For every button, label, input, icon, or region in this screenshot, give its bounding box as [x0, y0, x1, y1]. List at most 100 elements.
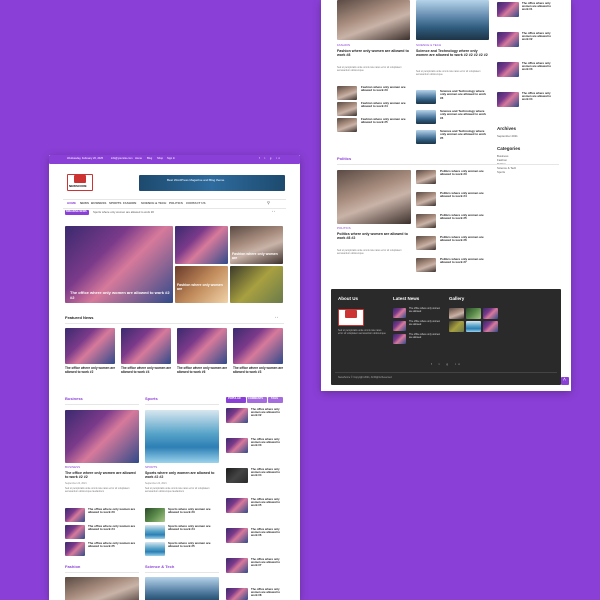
science-list-thumb-2[interactable] — [416, 110, 436, 124]
featured-image-1[interactable] — [65, 328, 115, 364]
featured-arrows[interactable]: ‹ › — [275, 315, 278, 319]
tab-thumb-1[interactable] — [226, 408, 248, 423]
science-main-title[interactable]: Science and Technology where only women … — [416, 49, 489, 57]
politics-list-thumb-1[interactable] — [416, 170, 436, 184]
top-link-home[interactable]: Home — [135, 157, 142, 161]
hero-main-title[interactable]: The office where only women are allowed … — [70, 290, 170, 300]
gallery-4[interactable] — [449, 321, 464, 332]
science-cat[interactable]: SCIENCE & TECH — [416, 43, 441, 47]
politics-list-thumb-3[interactable] — [416, 214, 436, 228]
featured-image-3[interactable] — [177, 328, 227, 364]
business-heading[interactable]: Business — [65, 396, 83, 402]
gallery-5[interactable] — [466, 321, 481, 332]
nav-home[interactable]: HOME — [67, 201, 76, 205]
gallery-2[interactable] — [466, 308, 481, 319]
hero-tile-2-title[interactable]: Fashion where only women are — [232, 252, 282, 260]
science-list-thumb-1[interactable] — [416, 90, 436, 104]
side-thumb-3[interactable] — [497, 62, 519, 77]
top-link-blog[interactable]: Blog — [147, 157, 152, 161]
politics-list-5[interactable]: Politics where only women are allowed to… — [440, 257, 490, 265]
tab-thumb-5[interactable] — [226, 528, 248, 543]
business-list-thumb-2[interactable] — [65, 525, 85, 539]
science-list-2[interactable]: Science and Technology where only women … — [440, 109, 490, 120]
nav-politics[interactable]: POLITICS — [169, 201, 183, 205]
side-item-1[interactable]: The office where only women are allowed … — [522, 1, 558, 12]
side-item-2[interactable]: The office where only women are allowed … — [522, 31, 558, 42]
featured-image-4[interactable] — [233, 328, 283, 364]
politics-list-thumb-4[interactable] — [416, 236, 436, 250]
hero-tile-3-title[interactable]: Fashion where only women are — [177, 283, 227, 291]
tab-item-4[interactable]: The office where only women are allowed … — [251, 497, 285, 508]
featured-title-4[interactable]: The office where only women are allowed … — [233, 366, 285, 374]
fashion-list-thumb-2[interactable] — [337, 102, 357, 116]
archive-item[interactable]: September 2021 — [497, 134, 518, 138]
sports-list-thumb-2[interactable] — [145, 525, 165, 539]
tab-thumb-7[interactable] — [226, 588, 248, 600]
featured-title-1[interactable]: The office where only women are allowed … — [65, 366, 117, 374]
gallery-6[interactable] — [483, 321, 498, 332]
fashion-list-1[interactable]: Fashion where only women are allowed to … — [361, 85, 409, 93]
fashion-top-image[interactable] — [337, 0, 410, 40]
side-item-3[interactable]: The office where only women are allowed … — [522, 61, 558, 72]
politics-list-2[interactable]: Politics where only women are allowed to… — [440, 191, 490, 199]
business-list-3[interactable]: The office where only women are allowed … — [88, 541, 138, 549]
footer-social-icons[interactable]: f t g in — [431, 362, 463, 366]
top-email[interactable]: info@yoursite.com — [111, 157, 133, 161]
side-item-4[interactable]: The office where only women are allowed … — [522, 91, 558, 102]
nav-contact[interactable]: CONTACT US — [186, 201, 205, 205]
nav-business[interactable]: BUSINESS — [91, 201, 106, 205]
science-top-image[interactable] — [416, 0, 489, 40]
science-main-image[interactable] — [145, 577, 219, 600]
politics-heading[interactable]: Politics — [337, 156, 351, 162]
footer-latest-1[interactable]: The office where only women are allowed — [409, 307, 444, 314]
footer-latest-2[interactable]: The office where only women are allowed — [409, 320, 444, 327]
hero-tile-4[interactable] — [230, 266, 283, 303]
fashion-list-thumb-3[interactable] — [337, 118, 357, 132]
tab-item-7[interactable]: The office where only women are allowed … — [251, 587, 285, 598]
science-list-3[interactable]: Science and Technology where only women … — [440, 129, 490, 140]
featured-title-2[interactable]: The office where only women are allowed … — [121, 366, 173, 374]
sports-main-image[interactable] — [145, 410, 219, 463]
featured-title-3[interactable]: The office where only women are allowed … — [177, 366, 229, 374]
footer-latest-3[interactable]: The office where only women are allowed — [409, 333, 444, 340]
gallery-3[interactable] — [483, 308, 498, 319]
politics-main-image[interactable] — [337, 170, 411, 224]
business-list-2[interactable]: The office where only women are allowed … — [88, 524, 138, 532]
sports-list-3[interactable]: Sports where only women are allowed to w… — [168, 541, 218, 549]
politics-list-thumb-2[interactable] — [416, 192, 436, 206]
business-list-thumb-3[interactable] — [65, 542, 85, 556]
science-list-thumb-3[interactable] — [416, 130, 436, 144]
sports-list-thumb-1[interactable] — [145, 508, 165, 522]
politics-list-4[interactable]: Politics where only women are allowed to… — [440, 235, 490, 243]
sports-list-1[interactable]: Sports where only women are allowed to w… — [168, 507, 218, 515]
politics-main-title[interactable]: Politics where only women are allowed to… — [337, 232, 411, 240]
business-main-title[interactable]: The office where only women are allowed … — [65, 471, 139, 479]
tab-thumb-6[interactable] — [226, 558, 248, 573]
business-cat[interactable]: BUSINESS — [65, 465, 80, 469]
politics-list-1[interactable]: Politics where only women are allowed to… — [440, 169, 490, 177]
top-link-shop[interactable]: Shop — [157, 157, 163, 161]
tab-item-5[interactable]: The office where only women are allowed … — [251, 527, 285, 538]
fashion-list-3[interactable]: Fashion where only women are allowed to … — [361, 117, 409, 125]
nav-news[interactable]: NEWS — [80, 201, 89, 205]
sports-cat[interactable]: SPORTS — [145, 465, 157, 469]
sports-main-title[interactable]: Sports where only women are allowed to w… — [145, 471, 219, 479]
politics-cat[interactable]: POLITICS — [337, 226, 351, 230]
ticker-arrows[interactable]: ‹ › — [272, 209, 275, 213]
business-main-image[interactable] — [65, 410, 139, 463]
politics-list-thumb-5[interactable] — [416, 258, 436, 272]
tab-item-1[interactable]: The office where only women are allowed … — [251, 407, 285, 418]
footer-latest-thumb-3[interactable] — [393, 334, 406, 344]
ticker-text[interactable]: Sports where only women are allowed to w… — [93, 210, 154, 214]
tab-item-3[interactable]: The office where only women are allowed … — [251, 467, 285, 478]
business-list-1[interactable]: The office where only women are allowed … — [88, 507, 138, 515]
search-icon[interactable]: ⚲ — [267, 200, 270, 206]
nav-fashion[interactable]: FASHION — [123, 201, 136, 205]
featured-image-2[interactable] — [121, 328, 171, 364]
sports-list-2[interactable]: Sports where only women are allowed to w… — [168, 524, 218, 532]
nav-science[interactable]: SCIENCE & TECH — [141, 201, 166, 205]
fashion-list-2[interactable]: Fashion where only women are allowed to … — [361, 101, 409, 109]
top-link-signin[interactable]: Sign In — [167, 157, 175, 161]
side-thumb-1[interactable] — [497, 2, 519, 17]
politics-list-3[interactable]: Politics where only women are allowed to… — [440, 213, 490, 221]
